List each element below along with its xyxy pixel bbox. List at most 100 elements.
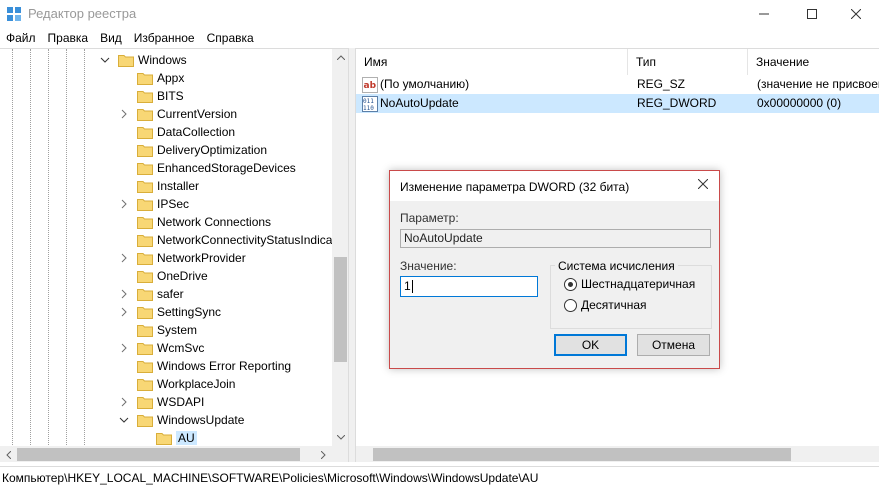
expand-chevron-icon[interactable] — [119, 288, 129, 300]
close-icon — [697, 178, 709, 192]
dialog-close-button[interactable] — [695, 177, 711, 193]
tree-item[interactable]: OneDrive — [0, 267, 332, 285]
collapse-chevron-icon[interactable] — [100, 54, 110, 66]
tree-item[interactable]: Windows Error Reporting — [0, 357, 332, 375]
tree-item[interactable]: WorkplaceJoin — [0, 375, 332, 393]
cancel-button[interactable]: Отмена — [637, 334, 710, 356]
folder-icon — [137, 89, 153, 103]
tree-item[interactable]: safer — [0, 285, 332, 303]
tree-item-label: BITS — [157, 89, 184, 103]
tree-item-label: WindowsUpdate — [157, 413, 245, 427]
folder-icon — [137, 179, 153, 193]
folder-icon — [156, 431, 172, 445]
scroll-down-arrow-icon[interactable] — [332, 429, 348, 446]
radio-decimal[interactable]: Десятичная — [564, 297, 647, 313]
scroll-thumb[interactable] — [334, 257, 347, 362]
key-tree[interactable]: Windows Appx BITS CurrentVersion DataCollect… — [0, 48, 349, 462]
tree-vertical-scrollbar[interactable] — [332, 49, 348, 446]
tree-item-label: System — [157, 323, 198, 337]
tree-item[interactable]: WcmSvc — [0, 339, 332, 357]
tree-item-label: WSDAPI — [157, 395, 205, 409]
tree-item[interactable]: DeliveryOptimization — [0, 141, 332, 159]
tree-item[interactable]: DataCollection — [0, 123, 332, 141]
value-label: Значение: — [400, 259, 457, 273]
scroll-thumb[interactable] — [373, 448, 791, 461]
expand-chevron-icon[interactable] — [119, 342, 129, 354]
folder-icon — [137, 377, 153, 391]
tree-item-label: Windows Error Reporting — [157, 359, 292, 373]
menu-favorites[interactable]: Избранное — [128, 28, 201, 48]
folder-icon — [137, 269, 153, 283]
ok-button[interactable]: OK — [554, 334, 627, 356]
status-bar-path: Компьютер\HKEY_LOCAL_MACHINE\SOFTWARE\Po… — [0, 466, 879, 488]
scroll-right-arrow-icon[interactable] — [315, 446, 332, 462]
folder-icon — [137, 323, 153, 337]
folder-icon — [137, 197, 153, 211]
list-horizontal-scrollbar[interactable] — [356, 446, 879, 462]
edit-dword-dialog: Изменение параметра DWORD (32 бита) Пара… — [389, 170, 720, 369]
tree-item[interactable]: SettingSync — [0, 303, 332, 321]
close-button[interactable] — [833, 0, 879, 28]
tree-item[interactable]: WindowsUpdate — [0, 411, 332, 429]
tree-item[interactable]: Installer — [0, 177, 332, 195]
expand-chevron-icon[interactable] — [119, 252, 129, 264]
radio-hexadecimal[interactable]: Шестнадцатеричная — [564, 276, 695, 292]
svg-text:ab: ab — [364, 81, 377, 91]
tree-horizontal-scrollbar[interactable] — [0, 446, 332, 462]
scroll-left-arrow-icon[interactable] — [0, 446, 17, 462]
dialog-body: Параметр: NoAutoUpdate Значение: 1 Систе… — [390, 201, 719, 368]
tree-item[interactable]: NetworkProvider — [0, 249, 332, 267]
svg-text:011: 011 — [363, 98, 374, 105]
scroll-thumb[interactable] — [17, 448, 300, 461]
menu-file[interactable]: Файл — [0, 28, 42, 48]
expand-chevron-icon[interactable] — [119, 396, 129, 408]
maximize-button[interactable] — [789, 0, 835, 28]
folder-icon — [137, 161, 153, 175]
collapse-chevron-icon[interactable] — [119, 414, 129, 426]
folder-icon — [137, 359, 153, 373]
tree-item[interactable]: NetworkConnectivityStatusIndica — [0, 231, 332, 249]
tree-item[interactable]: EnhancedStorageDevices — [0, 159, 332, 177]
folder-icon — [137, 341, 153, 355]
tree-item[interactable]: WSDAPI — [0, 393, 332, 411]
tree-item[interactable]: CurrentVersion — [0, 105, 332, 123]
tree-item-label: WorkplaceJoin — [157, 377, 236, 391]
tree-item-label: WcmSvc — [157, 341, 205, 355]
tree-item-label: IPSec — [157, 197, 190, 211]
folder-icon — [137, 215, 153, 229]
tree-item[interactable]: IPSec — [0, 195, 332, 213]
tree-item[interactable]: System — [0, 321, 332, 339]
folder-icon — [137, 125, 153, 139]
tree-item[interactable]: Appx — [0, 69, 332, 87]
column-name-header[interactable]: Имя — [356, 49, 628, 75]
column-value-header[interactable]: Значение — [748, 49, 879, 75]
tree-item[interactable]: Network Connections — [0, 213, 332, 231]
list-row[interactable]: ab (По умолчанию) REG_SZ (значение не пр… — [356, 75, 879, 94]
expand-chevron-icon[interactable] — [119, 306, 129, 318]
menu-help[interactable]: Справка — [201, 28, 260, 48]
tree-item-label: NetworkConnectivityStatusIndica — [157, 233, 333, 247]
minimize-icon — [759, 9, 769, 19]
column-type-header[interactable]: Тип — [628, 49, 748, 75]
menu-view[interactable]: Вид — [94, 28, 128, 48]
menu-edit[interactable]: Правка — [42, 28, 95, 48]
tree-item-label: Installer — [157, 179, 200, 193]
expand-chevron-icon[interactable] — [119, 198, 129, 210]
tree-item[interactable]: AU — [0, 429, 332, 447]
folder-icon — [118, 53, 134, 67]
scroll-up-arrow-icon[interactable] — [332, 49, 348, 66]
tree-item-label: NetworkProvider — [157, 251, 246, 265]
value-data-input[interactable]: 1 — [400, 276, 538, 297]
minimize-button[interactable] — [741, 0, 787, 28]
dword-value-icon: 011 110 — [362, 96, 378, 112]
radio-button-checked[interactable] — [564, 277, 577, 291]
tree-item[interactable]: Windows — [0, 51, 332, 69]
radio-label: Шестнадцатеричная — [581, 277, 696, 291]
folder-icon — [137, 413, 153, 427]
list-row[interactable]: 011 110 NoAutoUpdate REG_DWORD 0x0000000… — [356, 94, 879, 113]
expand-chevron-icon[interactable] — [119, 108, 129, 120]
tree-item-label: OneDrive — [157, 269, 208, 283]
folder-icon — [137, 287, 153, 301]
tree-item[interactable]: BITS — [0, 87, 332, 105]
radio-button-unchecked[interactable] — [564, 298, 577, 312]
